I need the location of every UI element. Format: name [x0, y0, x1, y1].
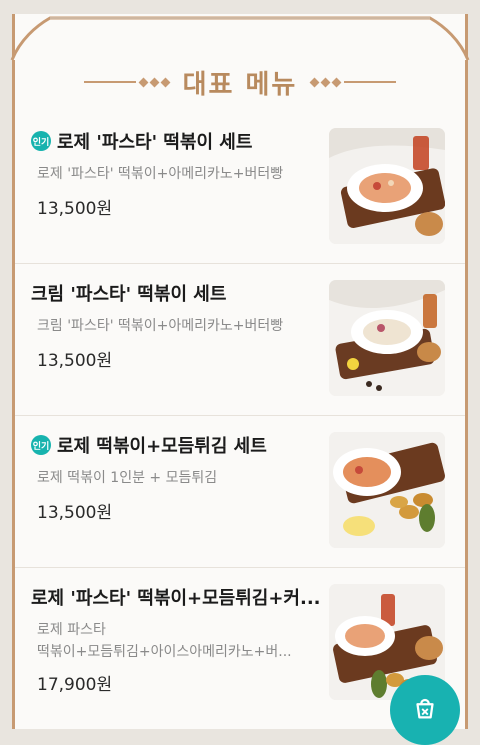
- menu-item-desc: 로제 파스타 떡볶이+모듬튀김+아이스아메리카노+버...: [37, 619, 313, 663]
- menu-list: 인기 로제 '파스타' 떡볶이 세트 로제 '파스타' 떡볶이+아메리카노+버터…: [15, 112, 465, 720]
- menu-item-name-row: 크림 '파스타' 떡볶이 세트: [31, 280, 226, 306]
- popular-badge: 인기: [31, 131, 51, 151]
- menu-item[interactable]: 크림 '파스타' 떡볶이 세트 크림 '파스타' 떡볶이+아메리카노+버터빵 1…: [15, 264, 465, 416]
- title-ornament-left: [83, 77, 171, 87]
- menu-item-name: 로제 떡볶이+모듬튀김 세트: [57, 436, 267, 457]
- menu-item[interactable]: 인기 로제 '파스타' 떡볶이 세트 로제 '파스타' 떡볶이+아메리카노+버터…: [15, 112, 465, 264]
- menu-item-desc: 로제 '파스타' 떡볶이+아메리카노+버터빵: [37, 166, 284, 182]
- section-title: 대표 메뉴: [182, 69, 298, 100]
- menu-item-photo: [329, 280, 445, 396]
- cart-icon: [410, 693, 440, 727]
- menu-item-name: 로제 '파스타' 떡볶이+모듬튀김+커...: [31, 588, 321, 609]
- cart-button[interactable]: [390, 675, 460, 745]
- menu-item-price: 13,500원: [37, 503, 113, 523]
- menu-item-name-row: 로제 '파스타' 떡볶이+모듬튀김+커...: [31, 584, 321, 610]
- menu-item-desc: 크림 '파스타' 떡볶이+아메리카노+버터빵: [37, 318, 284, 334]
- popular-badge: 인기: [31, 435, 51, 455]
- menu-item-name-row: 인기 로제 떡볶이+모듬튀김 세트: [31, 432, 267, 458]
- frame-top-decoration: [10, 16, 470, 60]
- menu-item[interactable]: 인기 로제 떡볶이+모듬튀김 세트 로제 떡볶이 1인분 + 모듬튀김 13,5…: [15, 416, 465, 568]
- menu-item-photo: [329, 432, 445, 548]
- menu-item-price: 17,900원: [37, 675, 113, 695]
- menu-item-desc-line: 떡볶이+모듬튀김+아이스아메리카노+버...: [37, 644, 292, 660]
- section-header: 대표 메뉴: [0, 62, 480, 102]
- menu-item-name-row: 인기 로제 '파스타' 떡볶이 세트: [31, 128, 252, 154]
- menu-item-name: 로제 '파스타' 떡볶이 세트: [57, 132, 253, 153]
- menu-item-price: 13,500원: [37, 351, 113, 371]
- title-ornament-right: [309, 77, 397, 87]
- menu-item-desc-line: 로제 파스타: [37, 622, 106, 638]
- menu-item-photo: [329, 128, 445, 244]
- menu-item-price: 13,500원: [37, 199, 113, 219]
- menu-item-desc: 로제 떡볶이 1인분 + 모듬튀김: [37, 470, 218, 486]
- menu-item-name: 크림 '파스타' 떡볶이 세트: [31, 284, 227, 305]
